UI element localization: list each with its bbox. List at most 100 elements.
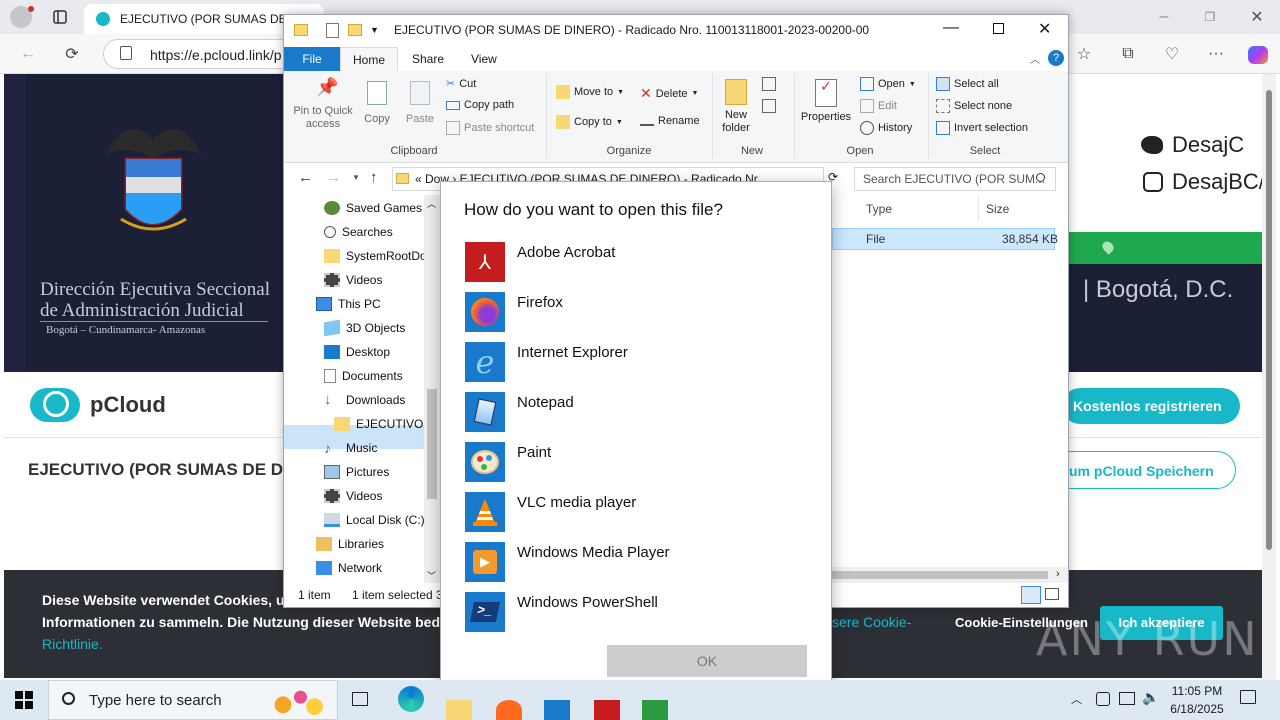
page-scrollbar[interactable]: [1262, 74, 1276, 680]
explorer-minimize-icon[interactable]: —: [943, 19, 959, 37]
new-folder-quick-icon[interactable]: [348, 24, 362, 36]
tab-file[interactable]: File: [284, 47, 340, 71]
properties-button[interactable]: ✓ Properties: [798, 79, 854, 124]
explorer-close-icon[interactable]: ✕: [1038, 19, 1051, 39]
collections-icon[interactable]: ⧉: [1114, 40, 1142, 68]
ribbon-collapse-icon[interactable]: ︿: [1030, 51, 1040, 66]
easy-access-icon[interactable]: [762, 99, 776, 113]
acrobat-taskbar-icon[interactable]: [594, 700, 620, 720]
ok-button[interactable]: OK: [607, 645, 807, 677]
cut-button[interactable]: ✂ Cut: [446, 77, 476, 91]
new-item-icon[interactable]: [762, 77, 776, 91]
nav-item-local-disk[interactable]: Local Disk (C:): [324, 508, 425, 532]
rename-button[interactable]: Rename: [640, 115, 700, 127]
scroll-up-icon[interactable]: ︿: [427, 197, 436, 210]
firefox-taskbar-icon[interactable]: [496, 700, 522, 720]
file-explorer-taskbar-icon[interactable]: [446, 700, 472, 720]
tab-view[interactable]: View: [471, 52, 497, 66]
nav-item-videos[interactable]: Videos: [324, 268, 382, 292]
scroll-thumb[interactable]: [427, 389, 437, 499]
app-option-vlc[interactable]: VLC media player: [465, 492, 805, 534]
select-none-button[interactable]: Select none: [936, 99, 1012, 113]
explorer-search-box[interactable]: Search EJECUTIVO (POR SUM...: [854, 167, 1056, 191]
app-option-internet-explorer[interactable]: e Internet Explorer: [465, 342, 805, 384]
back-icon[interactable]: ←: [14, 40, 42, 68]
edge-browser-icon[interactable]: [398, 686, 424, 712]
save-to-pcloud-button[interactable]: um pCloud Speichern: [1052, 451, 1236, 489]
select-all-button[interactable]: Select all: [936, 77, 999, 91]
open-button[interactable]: Open ▼: [860, 77, 916, 91]
nav-item-searches[interactable]: Searches: [324, 220, 393, 244]
nav-item-this-pc[interactable]: This PC: [316, 292, 381, 316]
copilot-icon[interactable]: [1248, 46, 1268, 64]
tab-actions-icon[interactable]: [46, 3, 74, 31]
scroll-down-icon[interactable]: ﹀: [427, 569, 436, 582]
history-button[interactable]: History: [860, 121, 912, 135]
paste-button[interactable]: Paste: [404, 81, 436, 126]
horizontal-scrollbar[interactable]: ›: [832, 567, 1068, 583]
nav-item-saved-games[interactable]: Saved Games: [324, 196, 422, 220]
register-button[interactable]: Kostenlos registrieren: [1062, 388, 1240, 424]
clock-time[interactable]: 11:05 PM: [1170, 684, 1224, 698]
delete-button[interactable]: ✕ Delete ▼: [640, 85, 698, 102]
pcloud-brand[interactable]: pCloud: [90, 392, 166, 418]
h-scroll-thumb[interactable]: [832, 571, 1048, 579]
app-option-firefox[interactable]: Firefox: [465, 292, 805, 334]
qat-dropdown-icon[interactable]: ▼: [370, 25, 379, 35]
cookie-policy-link-a[interactable]: sere Cookie-: [832, 614, 911, 630]
nav-forward-icon[interactable]: →: [326, 169, 341, 186]
recent-locations-icon[interactable]: ▼: [352, 173, 360, 182]
start-windows-icon[interactable]: [15, 691, 33, 709]
page-scrollbar-thumb[interactable]: [1266, 90, 1272, 550]
copy-path-button[interactable]: Copy path: [446, 99, 514, 111]
close-icon[interactable]: ✕: [1243, 3, 1271, 31]
copy-to-button[interactable]: Copy to ▼: [556, 115, 623, 129]
column-header-size[interactable]: Size: [986, 202, 1009, 216]
nav-item-network[interactable]: Network: [316, 556, 382, 580]
app-taskbar-icon[interactable]: [642, 700, 668, 720]
tab-home[interactable]: Home: [340, 47, 398, 72]
pin-quick-access-button[interactable]: 📌 Pin to Quick access: [290, 78, 356, 131]
scroll-right-icon[interactable]: ›: [1056, 568, 1060, 580]
invert-selection-button[interactable]: Invert selection: [936, 121, 1028, 135]
address-bar[interactable]: https://e.pcloud.link/p: [103, 39, 303, 69]
properties-quick-icon[interactable]: [326, 23, 339, 38]
nav-item-music[interactable]: ♪ Music: [324, 436, 377, 460]
outlook-taskbar-icon[interactable]: [544, 700, 570, 720]
help-icon[interactable]: ?: [1048, 50, 1064, 66]
tab-share[interactable]: Share: [412, 52, 444, 66]
nav-item-systemrootdo[interactable]: SystemRootDo: [324, 244, 427, 268]
more-menu-icon[interactable]: ···: [1202, 40, 1230, 68]
restore-icon[interactable]: ❐: [1196, 3, 1224, 31]
browser-essentials-icon[interactable]: ♡: [1158, 40, 1186, 68]
nav-item-videos-2[interactable]: Videos: [324, 484, 382, 508]
edit-button[interactable]: Edit: [860, 99, 897, 113]
nav-item-pictures[interactable]: Pictures: [324, 460, 389, 484]
cookie-policy-link-b[interactable]: Richtlinie.: [42, 636, 103, 652]
column-divider[interactable]: [978, 197, 979, 221]
column-header-type[interactable]: Type: [866, 202, 892, 216]
network-tray-icon[interactable]: [1119, 692, 1135, 705]
refresh-icon[interactable]: ⟳: [58, 40, 86, 68]
app-option-adobe-acrobat[interactable]: ⅄ Adobe Acrobat: [465, 242, 805, 284]
explorer-maximize-icon[interactable]: [993, 23, 1004, 34]
large-icons-view-icon[interactable]: [1045, 588, 1059, 600]
security-icon[interactable]: [1096, 692, 1110, 706]
app-option-paint[interactable]: Paint: [465, 442, 805, 484]
paste-shortcut-button[interactable]: Paste shortcut: [446, 121, 534, 135]
new-folder-button[interactable]: New folder: [716, 79, 756, 135]
nav-item-downloads[interactable]: ↓ Downloads: [324, 388, 405, 412]
nav-item-ejecutivo[interactable]: EJECUTIVO (P: [334, 412, 424, 436]
favorite-star-icon[interactable]: ☆: [1070, 40, 1098, 68]
nav-item-documents[interactable]: Documents: [324, 364, 403, 388]
nav-back-icon[interactable]: ←: [298, 169, 313, 186]
copy-button[interactable]: Copy: [362, 81, 392, 126]
move-to-button[interactable]: Move to ▼: [556, 85, 624, 99]
app-option-windows-powershell[interactable]: >_ Windows PowerShell: [465, 592, 805, 634]
nav-item-3d-objects[interactable]: 3D Objects: [324, 316, 405, 340]
show-hidden-icons[interactable]: ︿: [1071, 691, 1082, 707]
app-option-notepad[interactable]: Notepad: [465, 392, 805, 434]
nav-item-libraries[interactable]: Libraries: [316, 532, 384, 556]
details-view-icon[interactable]: [1021, 586, 1041, 604]
nav-up-icon[interactable]: ↑: [370, 169, 378, 186]
